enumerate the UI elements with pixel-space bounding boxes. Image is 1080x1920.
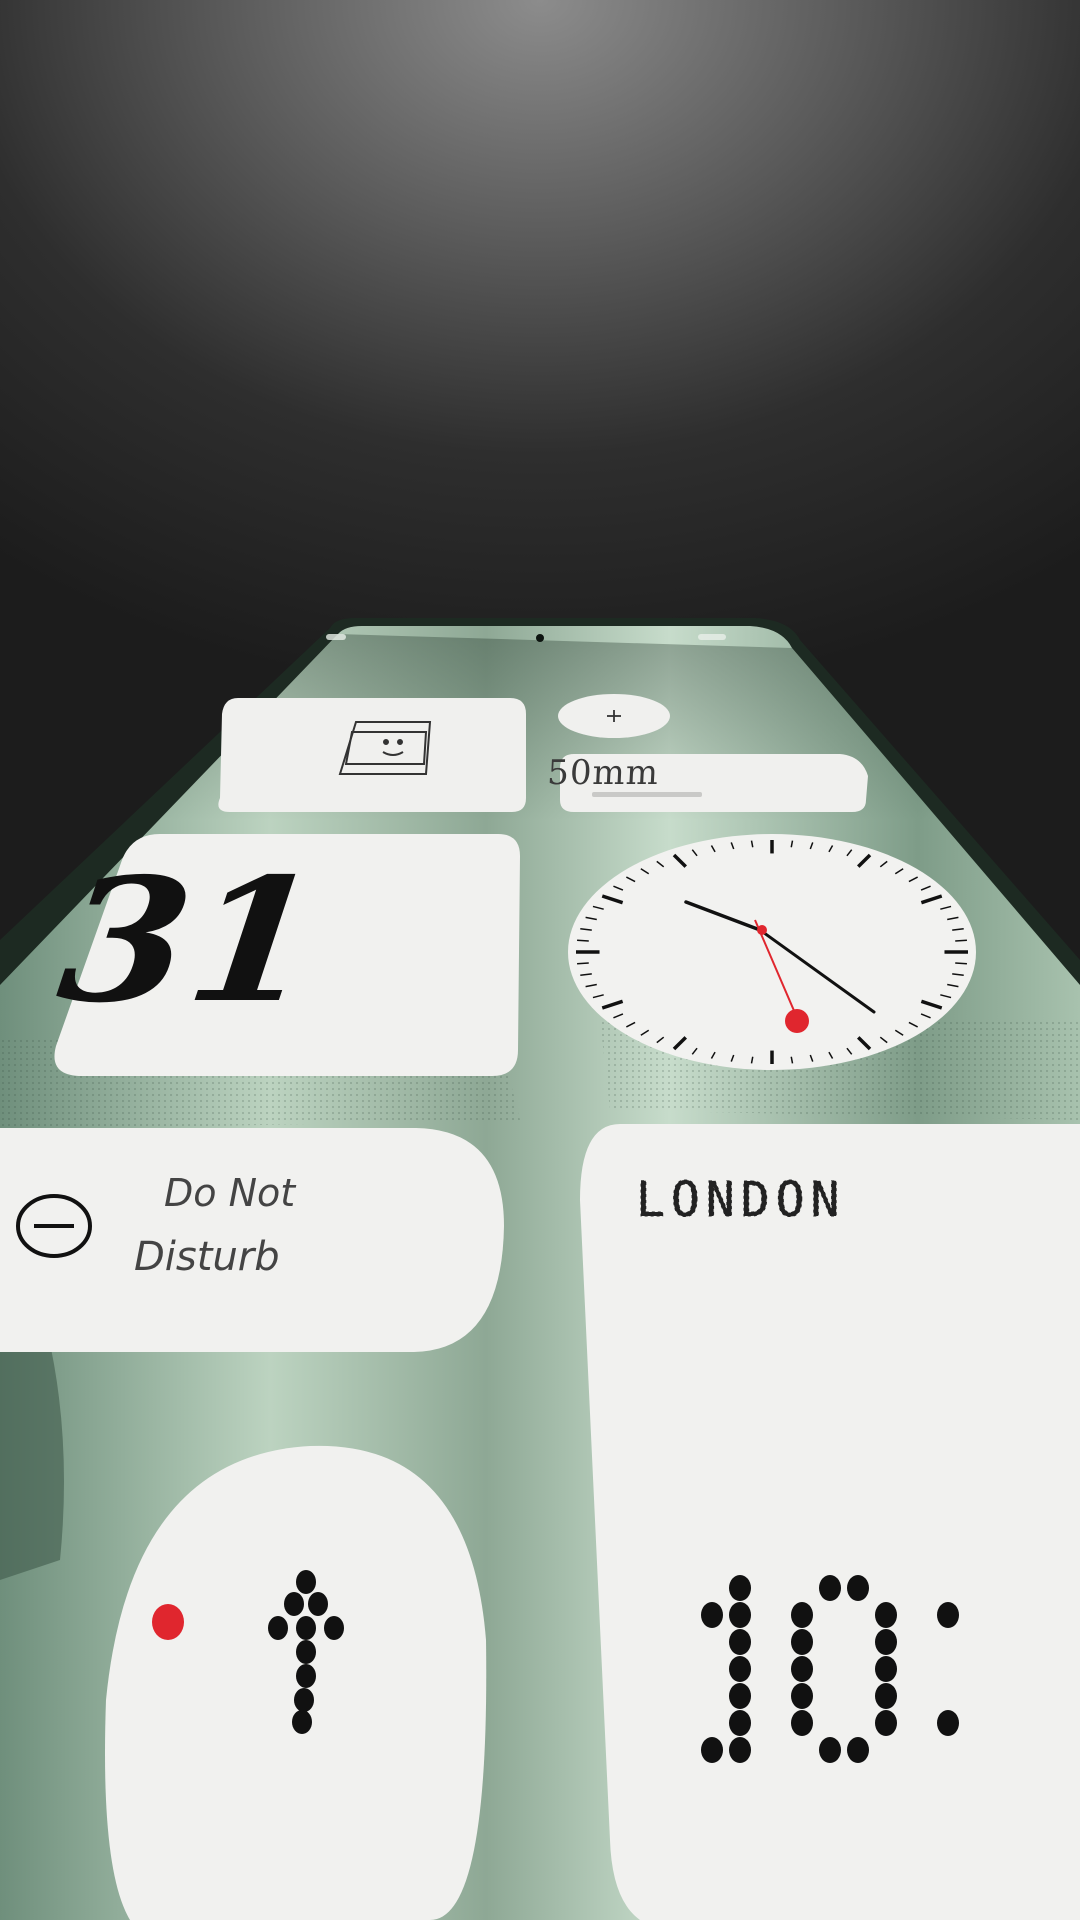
arrow-dot bbox=[284, 1592, 304, 1616]
calendar-day: 31 bbox=[50, 840, 329, 1040]
clock-minor-tick bbox=[955, 962, 967, 965]
time-dot bbox=[791, 1683, 813, 1709]
scene: 50mm 31 Do Not Disturb LONDON bbox=[0, 618, 1080, 1920]
arrow-dot bbox=[324, 1616, 344, 1640]
camera-widget-bg bbox=[218, 698, 526, 812]
clock-minor-tick bbox=[955, 939, 967, 942]
time-dot bbox=[729, 1656, 751, 1682]
arrow-dot bbox=[296, 1664, 316, 1688]
analog-clock-widget[interactable] bbox=[568, 834, 976, 1070]
world-clock-city: LONDON bbox=[636, 1172, 845, 1228]
time-dot bbox=[937, 1710, 959, 1736]
focal-length-subbar bbox=[592, 792, 702, 797]
lens-plus-button[interactable] bbox=[558, 694, 670, 738]
time-dot bbox=[875, 1629, 897, 1655]
arrow-dot bbox=[294, 1688, 314, 1712]
clock-minor-tick bbox=[577, 962, 589, 965]
time-dot bbox=[729, 1737, 751, 1763]
world-clock-bg bbox=[580, 1124, 1080, 1920]
time-dot bbox=[875, 1656, 897, 1682]
time-dot bbox=[847, 1575, 869, 1601]
focal-length-label: 50mm bbox=[546, 753, 660, 793]
arrow-dot bbox=[296, 1640, 316, 1664]
time-dot bbox=[729, 1629, 751, 1655]
compass-north-dot bbox=[152, 1604, 184, 1640]
time-dot bbox=[729, 1683, 751, 1709]
calendar-widget[interactable]: 31 bbox=[50, 834, 520, 1076]
arrow-dot bbox=[292, 1710, 312, 1734]
clock-minor-tick bbox=[577, 939, 589, 942]
dnd-tile[interactable]: Do Not Disturb bbox=[0, 1128, 504, 1352]
arrow-dot bbox=[296, 1616, 316, 1640]
time-dot bbox=[875, 1602, 897, 1628]
second-hand-dot bbox=[785, 1009, 809, 1033]
arrow-dot bbox=[296, 1570, 316, 1594]
world-clock-widget[interactable]: LONDON bbox=[580, 1124, 1080, 1920]
time-dot bbox=[847, 1737, 869, 1763]
time-dot bbox=[875, 1683, 897, 1709]
time-dot bbox=[701, 1602, 723, 1628]
clock-center bbox=[757, 925, 767, 935]
time-dot bbox=[729, 1710, 751, 1736]
time-dot bbox=[875, 1710, 897, 1736]
clock-face bbox=[568, 834, 976, 1070]
time-dot bbox=[701, 1737, 723, 1763]
arrow-dot bbox=[268, 1616, 288, 1640]
time-dot bbox=[791, 1602, 813, 1628]
time-dot bbox=[729, 1602, 751, 1628]
focal-length-widget[interactable]: 50mm bbox=[546, 753, 868, 812]
front-camera bbox=[536, 634, 544, 642]
camera-widget[interactable] bbox=[218, 698, 526, 812]
time-dot bbox=[819, 1737, 841, 1763]
status-bar-time bbox=[326, 634, 346, 640]
status-bar-icons bbox=[698, 634, 726, 640]
dnd-label-line1: Do Not bbox=[164, 1171, 297, 1215]
time-dot bbox=[819, 1575, 841, 1601]
time-dot bbox=[791, 1656, 813, 1682]
time-dot bbox=[791, 1629, 813, 1655]
time-dot bbox=[791, 1710, 813, 1736]
arrow-dot bbox=[308, 1592, 328, 1616]
dnd-label-line2: Disturb bbox=[134, 1234, 280, 1280]
time-dot bbox=[937, 1602, 959, 1628]
time-dot bbox=[729, 1575, 751, 1601]
